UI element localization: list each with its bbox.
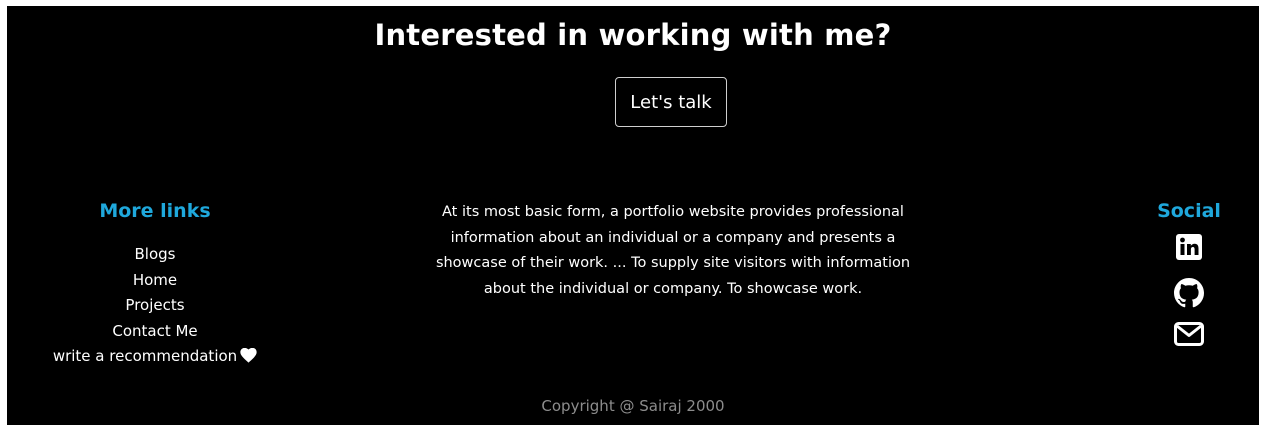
heart-icon (240, 346, 257, 372)
linkedin-icon[interactable] (1147, 234, 1231, 262)
more-links-heading: More links (99, 200, 211, 222)
link-blogs[interactable]: Blogs (35, 242, 275, 268)
mail-icon[interactable] (1147, 322, 1231, 350)
more-links-list: Blogs Home Projects Contact Me write a r… (35, 242, 275, 372)
more-links-column: More links Blogs Home Projects Contact M… (35, 196, 275, 372)
link-contact-me[interactable]: Contact Me (35, 319, 275, 345)
link-write-recommendation[interactable]: write a recommendation (35, 344, 275, 372)
link-projects[interactable]: Projects (35, 293, 275, 319)
cta-heading: Interested in working with me? (374, 18, 892, 52)
write-recommendation-label: write a recommendation (52, 347, 238, 365)
social-heading: Social (1157, 200, 1221, 222)
footer-section: Interested in working with me? Let's tal… (7, 6, 1259, 425)
social-icons (1147, 234, 1231, 350)
link-home[interactable]: Home (35, 268, 275, 294)
copyright-text: Copyright @ Sairaj 2000 (541, 397, 725, 415)
social-column: Social (1147, 196, 1231, 366)
github-icon[interactable] (1147, 278, 1231, 308)
lets-talk-button[interactable]: Let's talk (615, 77, 727, 127)
about-text: At its most basic form, a portfolio webs… (435, 204, 911, 297)
